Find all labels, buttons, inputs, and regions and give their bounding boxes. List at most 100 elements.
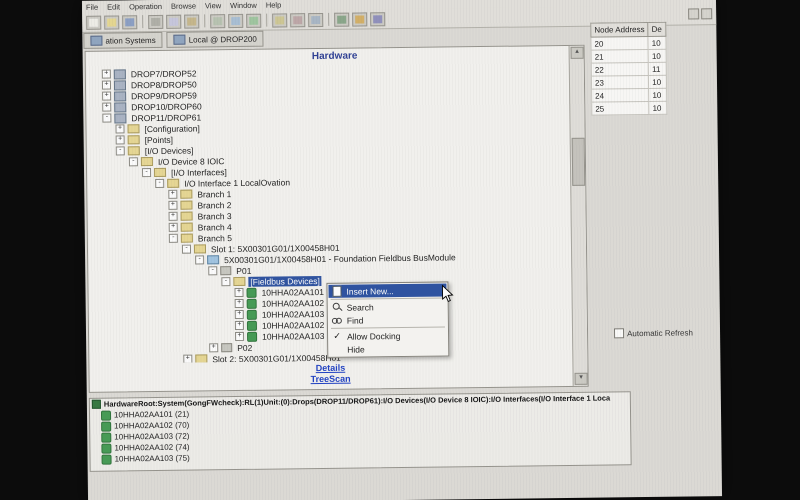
tree-item-label: DROP10/DROP60 (129, 101, 204, 112)
scroll-down-icon[interactable]: ▼ (575, 373, 588, 385)
context-menu-label: Hide (347, 344, 365, 354)
search-icon[interactable] (228, 13, 243, 27)
expand-icon[interactable]: + (116, 135, 125, 144)
cut-icon[interactable] (148, 14, 163, 28)
view-tabs: ation Systems Local @ DROP200 (83, 31, 264, 48)
table-row[interactable]: 2110 (591, 49, 666, 63)
folder-icon (181, 223, 193, 232)
expand-icon[interactable]: + (235, 299, 244, 308)
module-icon (207, 255, 219, 264)
result-item-label: 10HHA02AA102 (74) (114, 443, 189, 453)
expand-icon[interactable]: + (168, 201, 177, 210)
download-icon[interactable] (334, 12, 349, 26)
folder-icon (141, 157, 153, 166)
folder-icon (195, 354, 207, 363)
expand-icon[interactable]: + (102, 92, 111, 101)
menu-window[interactable]: Window (230, 0, 257, 9)
table-cell: 10 (648, 49, 665, 62)
collapse-icon[interactable]: - (155, 179, 164, 188)
expand-icon[interactable]: + (102, 103, 111, 112)
tab-local-drop[interactable]: Local @ DROP200 (167, 31, 264, 48)
table-cell: 10 (649, 101, 666, 114)
result-item-label: 10HHA02AA102 (70) (114, 421, 189, 431)
collapse-icon[interactable]: - (142, 168, 151, 177)
context-menu-item-find[interactable]: Find (329, 312, 447, 326)
collapse-icon[interactable]: - (208, 266, 217, 275)
folder-icon (180, 201, 192, 210)
properties-icon[interactable] (290, 13, 305, 27)
tree-vertical-scrollbar[interactable]: ▲ ▼ (569, 46, 588, 386)
node-address-panel: Node AddressDe201021102211231024102510 A… (590, 21, 720, 343)
list-view-icon[interactable] (308, 12, 323, 26)
expand-icon[interactable]: + (115, 124, 124, 133)
collapse-icon[interactable]: - (182, 245, 191, 254)
up-level-icon[interactable] (272, 13, 287, 27)
collapse-icon[interactable]: - (116, 146, 125, 155)
toolbar-separator (266, 14, 267, 27)
tree-item-label: [Configuration] (142, 123, 201, 134)
tree-item-label: DROP9/DROP59 (129, 90, 199, 101)
print-icon[interactable] (210, 14, 225, 28)
menu-edit[interactable]: Edit (107, 2, 120, 11)
menu-browse[interactable]: Browse (171, 1, 196, 10)
expand-icon[interactable]: + (183, 355, 192, 364)
automatic-refresh-label: Automatic Refresh (627, 328, 693, 338)
expand-icon[interactable]: + (209, 343, 218, 352)
table-cell: 20 (591, 36, 648, 50)
menu-help[interactable]: Help (266, 0, 282, 9)
collapse-icon[interactable]: - (221, 277, 230, 286)
folder-icon (181, 212, 193, 221)
context-menu-item-hide[interactable]: Hide (329, 341, 447, 355)
automatic-refresh-checkbox[interactable] (614, 328, 624, 338)
expand-icon[interactable]: + (235, 332, 244, 341)
folder-icon (180, 190, 192, 199)
menu-view[interactable]: View (205, 1, 221, 10)
table-cell: 10 (649, 75, 666, 88)
folder-icon (128, 146, 140, 155)
expand-icon[interactable]: + (169, 212, 178, 221)
result-item-label: 10HHA02AA103 (75) (114, 454, 189, 464)
table-row[interactable]: 2410 (592, 88, 667, 102)
device-icon (101, 410, 111, 420)
context-menu-item-insert-new[interactable]: Insert New... (328, 283, 446, 297)
expand-icon[interactable]: + (234, 288, 243, 297)
insert-glyph (332, 286, 341, 297)
folder-icon (154, 168, 166, 177)
collapse-icon[interactable]: - (195, 255, 204, 264)
copy-icon[interactable] (166, 14, 181, 28)
refresh-icon[interactable] (246, 13, 261, 27)
open-icon[interactable] (104, 15, 119, 29)
expand-icon[interactable]: + (102, 81, 111, 90)
table-row[interactable]: 2211 (591, 62, 666, 76)
find-glyph (332, 317, 342, 324)
close-button[interactable] (701, 8, 712, 19)
tab-systems[interactable]: ation Systems (83, 32, 162, 49)
device-icon (247, 298, 257, 308)
expand-icon[interactable]: + (102, 70, 111, 79)
expand-icon[interactable]: + (169, 223, 178, 232)
column-header[interactable]: Node Address (591, 22, 648, 37)
table-row[interactable]: 2310 (591, 75, 666, 89)
paste-icon[interactable] (184, 14, 199, 28)
load-icon[interactable] (352, 12, 367, 26)
expand-icon[interactable]: + (168, 190, 177, 199)
collapse-icon[interactable]: - (102, 114, 111, 123)
scroll-up-icon[interactable]: ▲ (571, 47, 584, 59)
save-icon[interactable] (122, 15, 137, 29)
collapse-icon[interactable]: - (169, 234, 178, 243)
table-row[interactable]: 2510 (592, 101, 667, 115)
device-icon (101, 443, 111, 453)
column-header[interactable]: De (648, 22, 665, 36)
expand-icon[interactable]: + (235, 321, 244, 330)
minimize-button[interactable] (688, 8, 699, 19)
help-icon[interactable] (370, 12, 385, 26)
tree-item-label: [I/O Devices] (143, 145, 196, 156)
expand-icon[interactable]: + (235, 310, 244, 319)
scrollbar-thumb[interactable] (572, 138, 586, 186)
new-icon[interactable] (86, 15, 101, 29)
table-row[interactable]: 2010 (591, 36, 666, 50)
menu-file[interactable]: File (86, 2, 98, 11)
menu-operation[interactable]: Operation (129, 1, 162, 10)
port-icon (220, 266, 231, 275)
collapse-icon[interactable]: - (129, 157, 138, 166)
